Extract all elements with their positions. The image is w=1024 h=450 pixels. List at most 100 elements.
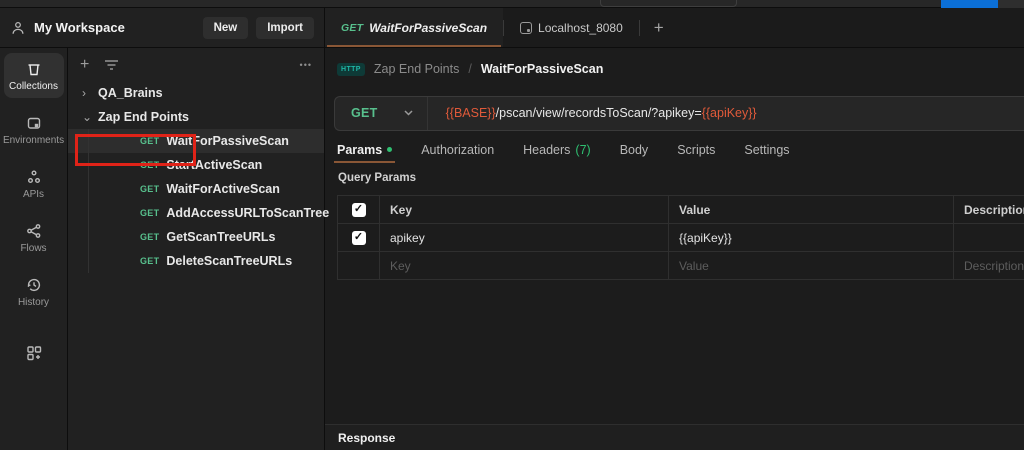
url-input[interactable]: {{BASE}}/pscan/view/recordsToScan/?apike… — [428, 106, 757, 120]
sidebar-item-flows[interactable]: Flows — [4, 215, 64, 260]
param-description-input[interactable]: Description — [954, 252, 1024, 279]
tab-label: Authorization — [421, 142, 495, 157]
param-value-input[interactable]: {{apiKey}} — [669, 224, 954, 251]
collections-sidebar: + ••• › QA_Brains ⌄ Zap End Points GET W… — [68, 48, 329, 450]
more-options-icon[interactable]: ••• — [300, 60, 312, 70]
tab-localhost-8080[interactable]: Localhost_8080 — [504, 8, 639, 47]
filter-icon[interactable] — [104, 59, 119, 71]
tab-label: Scripts — [677, 142, 716, 157]
activity-bar: Collections Environments APIs Flows Hist… — [0, 48, 68, 450]
sidebar-item-collections[interactable]: Collections — [3, 53, 64, 98]
indent-guide — [88, 249, 89, 273]
sidebar-item-history[interactable]: History — [4, 269, 64, 314]
indent-guide — [88, 177, 89, 201]
new-button[interactable]: New — [202, 16, 249, 39]
chevron-down-icon — [404, 110, 413, 116]
request-label: DeleteScanTreeURLs — [166, 254, 293, 268]
flows-icon — [26, 224, 40, 238]
workspace-title[interactable]: My Workspace — [34, 20, 195, 35]
table-row: ✓ apikey {{apiKey}} — [338, 223, 1024, 251]
breadcrumb-request[interactable]: WaitForPassiveScan — [481, 62, 604, 76]
row-checkbox-cell — [338, 252, 380, 279]
new-collection-icon[interactable]: + — [80, 56, 89, 73]
grid-plus-icon — [26, 346, 41, 361]
request-label: GetScanTreeURLs — [166, 230, 276, 244]
request-panel-empty-area — [325, 280, 1024, 424]
select-all-checkbox[interactable]: ✓ — [351, 202, 366, 217]
request-addaccessurltoscantree[interactable]: GET AddAccessURLToScanTree — [68, 201, 329, 225]
breadcrumb-separator: / — [468, 62, 472, 76]
environments-icon — [27, 117, 40, 129]
workspace-header: My Workspace New Import — [0, 8, 325, 48]
request-config-tabs: Params Authorization Headers (7) Body Sc… — [325, 136, 1024, 163]
column-header-value: Value — [669, 196, 954, 223]
param-description-input[interactable] — [954, 224, 1024, 251]
tab-authorization[interactable]: Authorization — [421, 136, 494, 163]
request-waitforpassivescan[interactable]: GET WaitForPassiveScan — [68, 129, 324, 153]
tab-settings[interactable]: Settings — [744, 136, 789, 163]
sidebar-item-label: Flows — [20, 243, 47, 254]
sidebar-item-apis[interactable]: APIs — [4, 161, 64, 206]
method-label: GET — [351, 106, 378, 120]
row-checkbox-cell: ✓ — [338, 224, 380, 251]
url-base-variable: {{BASE}} — [445, 106, 496, 120]
sidebar-item-environments[interactable]: Environments — [2, 107, 65, 152]
method-badge: GET — [140, 136, 160, 146]
method-badge: GET — [140, 232, 160, 242]
request-panel: HTTP Zap End Points / WaitForPassiveScan… — [325, 48, 1024, 450]
query-params-heading: Query Params — [338, 171, 416, 184]
row-checkbox[interactable]: ✓ — [351, 230, 366, 245]
indent-guide — [88, 225, 89, 249]
url-row: GET {{BASE}}/pscan/view/recordsToScan/?a… — [325, 90, 1024, 136]
select-all-cell: ✓ — [338, 196, 380, 223]
request-label: WaitForPassiveScan — [166, 134, 289, 148]
tab-waitforpassivescan[interactable]: GET WaitForPassiveScan — [325, 8, 504, 47]
collections-icon — [28, 64, 39, 76]
tab-headers[interactable]: Headers (7) — [523, 136, 591, 163]
url-path: /pscan/view/recordsToScan/?apikey= — [495, 106, 702, 120]
request-tab-bar: GET WaitForPassiveScan Localhost_8080 + — [325, 8, 1024, 48]
breadcrumb-collection[interactable]: Zap End Points — [374, 62, 459, 76]
request-waitforactivescan[interactable]: GET WaitForActiveScan — [68, 177, 324, 201]
collection-zap-end-points[interactable]: ⌄ Zap End Points — [68, 105, 324, 129]
column-header-key: Key — [380, 196, 669, 223]
tab-method-badge: GET — [341, 21, 364, 34]
param-key-input[interactable]: Key — [380, 252, 669, 279]
request-getscantreeurls[interactable]: GET GetScanTreeURLs — [68, 225, 324, 249]
tab-scripts[interactable]: Scripts — [677, 136, 715, 163]
sidebar-item-label: Collections — [9, 81, 58, 92]
http-protocol-icon: HTTP — [337, 62, 365, 76]
response-section-header[interactable]: Response — [325, 424, 1024, 450]
request-deletescantreeurls[interactable]: GET DeleteScanTreeURLs — [68, 249, 324, 273]
configure-sidebar-button[interactable] — [4, 337, 64, 368]
method-dropdown[interactable]: GET — [335, 96, 428, 130]
apis-icon — [27, 170, 40, 183]
top-bar-corner — [998, 0, 1024, 8]
user-icon — [12, 21, 24, 34]
collection-qa-brains[interactable]: › QA_Brains — [68, 81, 324, 105]
url-bar: GET {{BASE}}/pscan/view/recordsToScan/?a… — [334, 95, 1024, 131]
request-label: StartActiveScan — [166, 158, 263, 172]
sidebar-toolbar: + ••• — [68, 48, 324, 81]
tab-params[interactable]: Params — [333, 136, 396, 163]
tab-label: Settings — [744, 142, 790, 157]
import-button[interactable]: Import — [256, 16, 314, 39]
sidebar-item-label: Environments — [2, 135, 65, 146]
tab-body[interactable]: Body — [620, 136, 649, 163]
query-params-table: ✓ Key Value Description ✓ apikey {{apiKe… — [337, 195, 1024, 280]
collection-label: QA_Brains — [98, 86, 163, 100]
chevron-right-icon: › — [82, 86, 86, 100]
tab-label: Localhost_8080 — [538, 20, 623, 35]
method-badge: GET — [140, 160, 160, 170]
param-value-input[interactable]: Value — [669, 252, 954, 279]
table-header-row: ✓ Key Value Description — [338, 196, 1024, 223]
params-active-dot — [387, 147, 393, 152]
indent-guide — [88, 153, 89, 177]
table-placeholder-row: Key Value Description — [338, 251, 1024, 279]
add-tab-button[interactable]: + — [640, 8, 678, 47]
breadcrumb: HTTP Zap End Points / WaitForPassiveScan — [325, 48, 1024, 90]
top-bar-cropped — [0, 0, 1024, 8]
param-key-input[interactable]: apikey — [380, 224, 669, 251]
request-startactivescan[interactable]: GET StartActiveScan — [68, 153, 324, 177]
collections-tree: › QA_Brains ⌄ Zap End Points GET WaitFor… — [68, 81, 329, 450]
